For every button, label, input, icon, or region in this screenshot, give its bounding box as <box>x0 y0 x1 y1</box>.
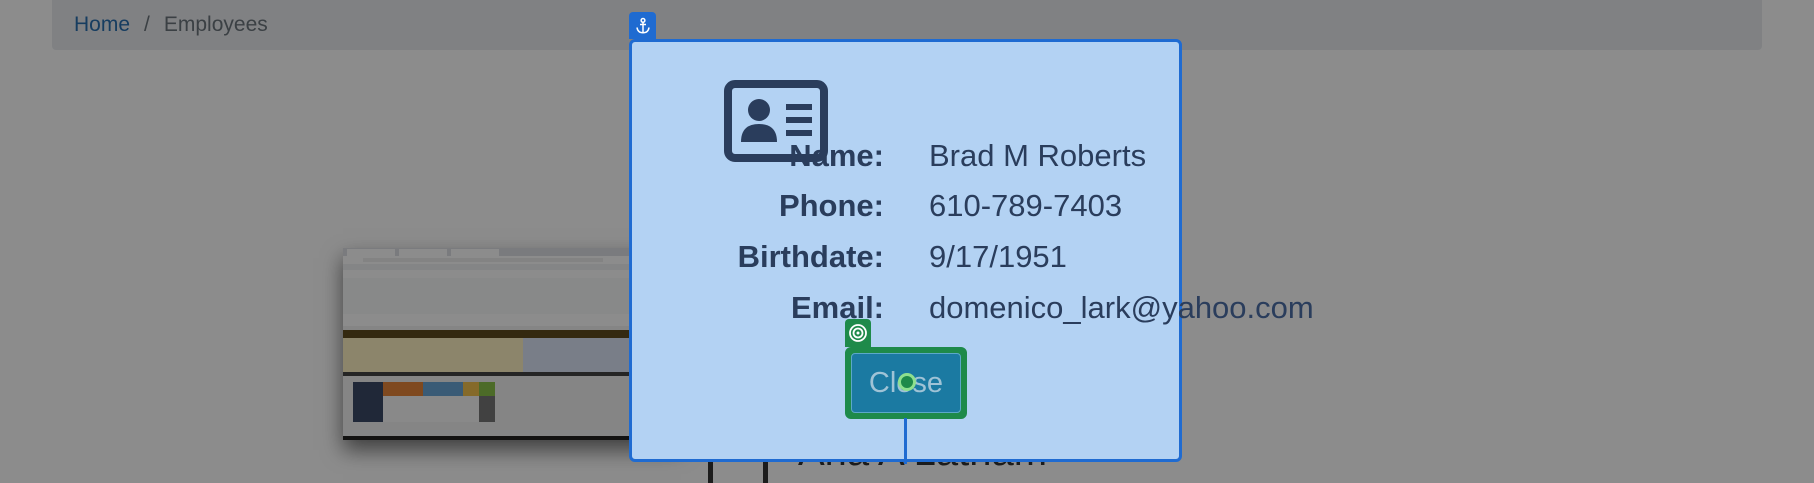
email-row: Email: domenico_lark@yahoo.com <box>629 290 1329 334</box>
name-value: Brad M Roberts <box>929 138 1147 173</box>
birthdate-label: Birthdate: <box>737 239 884 274</box>
birthdate-value: 9/17/1951 <box>929 239 1067 274</box>
name-label: Name: <box>789 138 884 173</box>
target-icon <box>845 319 871 347</box>
birthdate-row: Birthdate: 9/17/1951 <box>629 239 1329 283</box>
cursor-marker-icon <box>898 373 916 391</box>
connector-line <box>904 418 907 464</box>
phone-value: 610-789-7403 <box>929 188 1123 223</box>
name-row: Name: Brad M Roberts <box>629 138 1329 182</box>
email-value: domenico_lark@yahoo.com <box>929 290 1314 325</box>
phone-row: Phone: 610-789-7403 <box>629 188 1329 232</box>
anchor-icon <box>629 12 656 39</box>
phone-label: Phone: <box>778 188 884 223</box>
